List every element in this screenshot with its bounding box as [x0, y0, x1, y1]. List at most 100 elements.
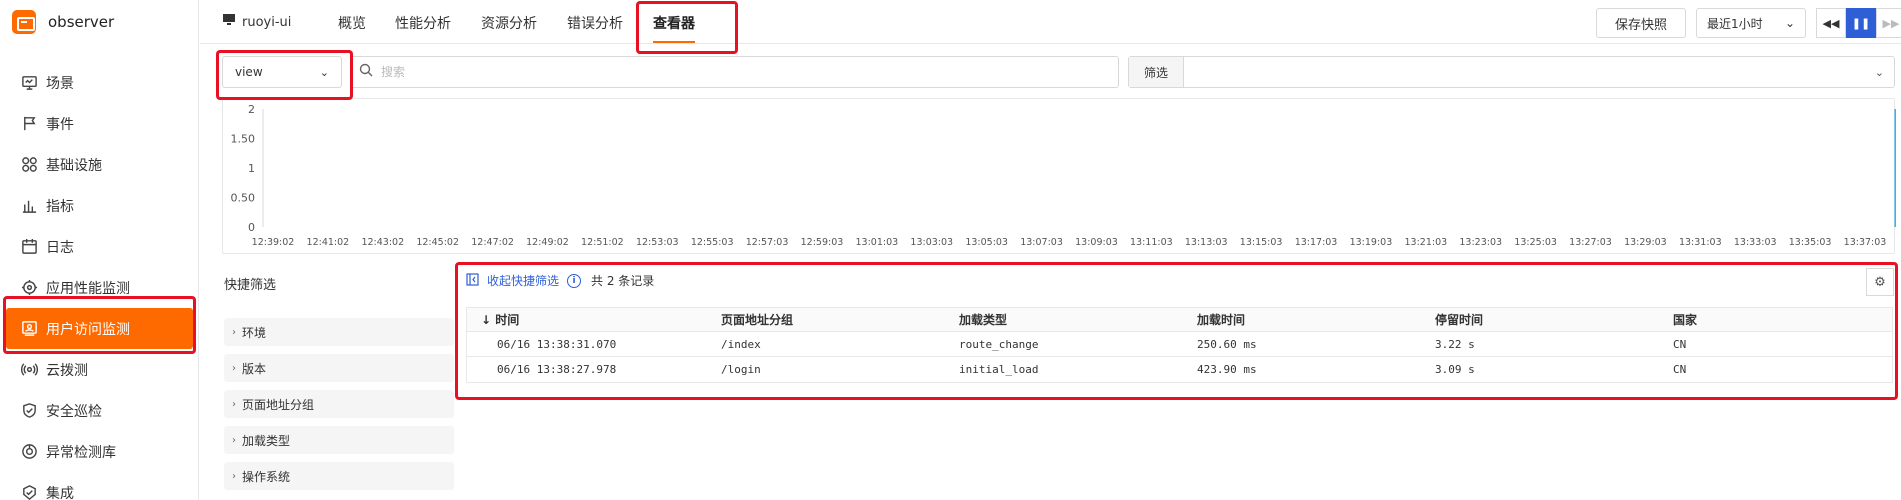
cell-stay-time: 3.09 s	[1435, 363, 1475, 376]
info-icon[interactable]: i	[567, 273, 582, 288]
sidebar-item-apm[interactable]: 应用性能监测	[0, 267, 199, 308]
save-snapshot-button[interactable]: 保存快照	[1596, 8, 1686, 38]
sidebar-item-logs[interactable]: 日志	[0, 226, 199, 267]
x-tick-label: 13:27:03	[1569, 237, 1612, 248]
playback-controls: ◀◀ ❚❚ ▶▶	[1816, 8, 1901, 38]
x-tick-label: 12:59:03	[801, 237, 844, 248]
x-tick-label: 13:37:03	[1844, 237, 1887, 248]
sidebar-item-label: 安全巡检	[46, 403, 102, 420]
x-tick-label: 13:03:03	[910, 237, 953, 248]
rewind-button[interactable]: ◀◀	[1816, 8, 1846, 38]
table-settings-button[interactable]: ⚙	[1866, 268, 1894, 296]
tab-overview[interactable]: 概览	[338, 13, 366, 33]
bar-chart-icon	[20, 197, 38, 215]
tab-errors[interactable]: 错误分析	[567, 13, 623, 33]
x-tick-label: 12:43:02	[361, 237, 404, 248]
sidebar-item-scenes[interactable]: 场景	[0, 62, 199, 103]
view-select[interactable]: view ⌄	[222, 56, 342, 88]
sidebar-nav: 场景 事件 基础设施 指标 日志 应用性能监测 用户访问监测 云拨测 安全巡检 …	[0, 62, 199, 500]
x-tick-label: 12:41:02	[307, 237, 350, 248]
tab-resource[interactable]: 资源分析	[481, 13, 537, 33]
column-header-page-group[interactable]: 页面地址分组	[705, 311, 943, 328]
chevron-down-icon: ⌄	[319, 65, 329, 79]
x-tick-label: 13:29:03	[1624, 237, 1667, 248]
target-icon	[20, 279, 38, 297]
sidebar-item-anomaly[interactable]: 异常检测库	[0, 431, 199, 472]
tab-performance[interactable]: 性能分析	[395, 13, 451, 33]
quick-filter-label: 操作系统	[242, 469, 291, 484]
sidebar-item-label: 指标	[46, 198, 74, 215]
flag-icon	[20, 115, 38, 133]
column-header-time[interactable]: ↓ 时间	[467, 311, 705, 328]
sidebar-item-label: 场景	[46, 75, 74, 92]
chevron-right-icon: ›	[232, 398, 236, 410]
brand-logo-icon	[12, 10, 36, 34]
forward-button[interactable]: ▶▶	[1876, 8, 1901, 38]
filter-select[interactable]: 筛选 ⌄	[1128, 56, 1895, 88]
search-input[interactable]	[381, 65, 1081, 79]
y-tick-label: 0.50	[231, 192, 256, 205]
quick-filter-item-os[interactable]: › 操作系统	[224, 462, 454, 490]
app-name: ruoyi-ui	[242, 14, 292, 30]
quick-filter-item-load-type[interactable]: › 加载类型	[224, 426, 454, 454]
app-selector[interactable]: ruoyi-ui	[222, 13, 291, 31]
records-table: ↓ 时间 页面地址分组 加载类型 加载时间 停留时间 国家 06/16 13:3…	[466, 307, 1893, 383]
sidebar-item-security[interactable]: 安全巡检	[0, 390, 199, 431]
x-tick-label: 13:05:03	[965, 237, 1008, 248]
table-row[interactable]: 06/16 13:38:31.070 /index route_change 2…	[467, 332, 1892, 357]
sidebar-item-dialtest[interactable]: 云拨测	[0, 349, 199, 390]
cell-load-time: 423.90 ms	[1197, 363, 1257, 376]
x-tick-label: 13:35:03	[1789, 237, 1832, 248]
chevron-right-icon: ›	[232, 470, 236, 482]
sidebar-item-label: 集成	[46, 485, 74, 500]
x-tick-label: 13:15:03	[1240, 237, 1283, 248]
quick-filter-title: 快捷筛选	[224, 278, 277, 293]
quick-filter-item-page-group[interactable]: › 页面地址分组	[224, 390, 454, 418]
quick-filter-item-version[interactable]: › 版本	[224, 354, 454, 382]
sidebar: observer 场景 事件 基础设施 指标 日志 应用性能监测 用户访问监测 …	[0, 0, 199, 500]
y-tick-label: 1	[248, 162, 255, 175]
sidebar-item-infrastructure[interactable]: 基础设施	[0, 144, 199, 185]
tab-explorer[interactable]: 查看器	[653, 13, 695, 43]
x-tick-label: 12:47:02	[471, 237, 514, 248]
forward-icon: ▶▶	[1882, 16, 1900, 30]
x-tick-label: 13:01:03	[856, 237, 899, 248]
x-tick-label: 12:45:02	[416, 237, 459, 248]
x-tick-label: 12:39:02	[252, 237, 295, 248]
brand[interactable]: observer	[12, 10, 114, 34]
brand-name: observer	[48, 13, 115, 31]
column-header-load-type[interactable]: 加载类型	[943, 311, 1181, 328]
sidebar-item-integration[interactable]: 集成	[0, 472, 199, 500]
search-icon	[359, 63, 373, 81]
integration-icon	[20, 484, 38, 500]
x-tick-label: 13:31:03	[1679, 237, 1722, 248]
shield-icon	[20, 402, 38, 420]
sidebar-item-metrics[interactable]: 指标	[0, 185, 199, 226]
pause-icon: ❚❚	[1851, 16, 1871, 30]
x-tick-label: 13:21:03	[1404, 237, 1447, 248]
y-tick-label: 0	[248, 221, 255, 234]
column-header-load-time[interactable]: 加载时间	[1181, 311, 1419, 328]
table-header-row: ↓ 时间 页面地址分组 加载类型 加载时间 停留时间 国家	[467, 308, 1892, 332]
table-toolbar: 收起快捷筛选 i 共 2 条记录	[466, 272, 654, 289]
chart-bar	[1894, 109, 1896, 227]
pause-button[interactable]: ❚❚	[1846, 8, 1876, 38]
sidebar-item-label: 应用性能监测	[46, 280, 130, 297]
chevron-down-icon: ⌄	[1784, 16, 1795, 30]
collapse-quick-filter-button[interactable]: 收起快捷筛选	[466, 272, 559, 289]
table-row[interactable]: 06/16 13:38:27.978 /login initial_load 4…	[467, 357, 1892, 382]
x-tick-label: 13:33:03	[1734, 237, 1777, 248]
quick-filter-item-env[interactable]: › 环境	[224, 318, 454, 346]
user-monitor-icon	[20, 320, 38, 338]
sidebar-item-rum[interactable]: 用户访问监测	[6, 308, 193, 349]
column-header-country[interactable]: 国家	[1657, 311, 1894, 328]
event-count-chart: 2 1.50 1 0.50 0 12:39:02 12:41:02 12:43:02 12:45…	[222, 98, 1896, 254]
chevron-down-icon: ⌄	[1874, 65, 1884, 79]
quick-filter-label: 页面地址分组	[242, 397, 315, 412]
cell-load-time: 250.60 ms	[1197, 337, 1257, 351]
time-range-select[interactable]: 最近1小时 ⌄	[1696, 8, 1806, 38]
quick-filter-label: 版本	[242, 361, 267, 376]
column-header-stay-time[interactable]: 停留时间	[1419, 311, 1657, 328]
sidebar-item-events[interactable]: 事件	[0, 103, 199, 144]
calendar-icon	[20, 238, 38, 256]
